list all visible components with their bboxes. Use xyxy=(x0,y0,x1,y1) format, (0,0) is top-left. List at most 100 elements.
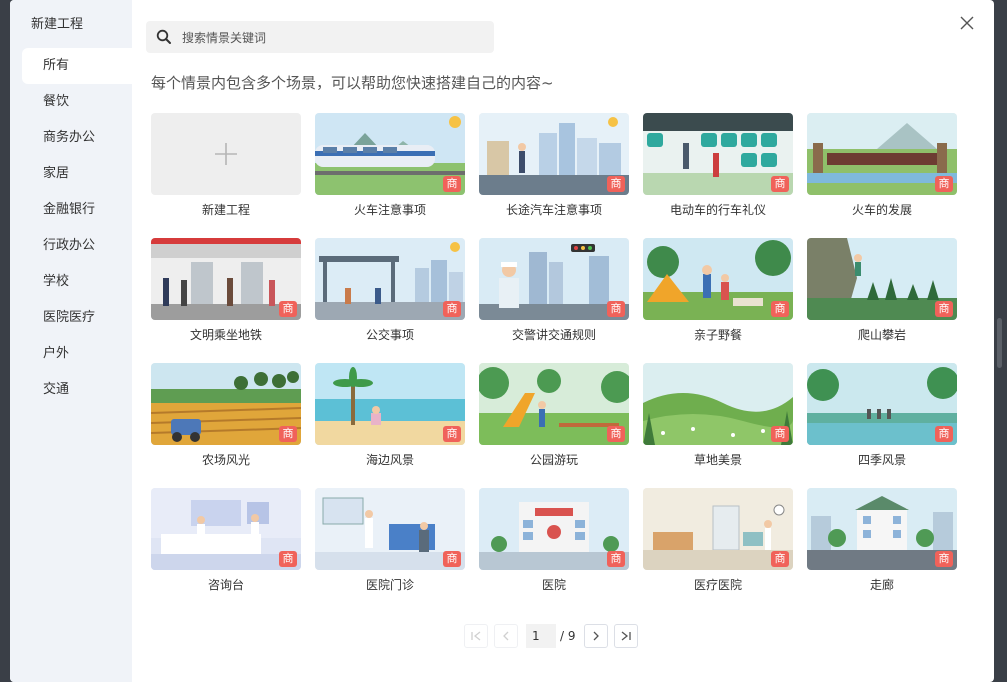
category-item-admin[interactable]: 行政办公 xyxy=(22,228,132,264)
card-label: 医疗医院 xyxy=(693,578,742,592)
template-thumbnail: 商 xyxy=(807,488,957,570)
template-card[interactable]: 商 医院门诊 xyxy=(315,488,465,613)
close-icon xyxy=(960,16,974,30)
template-card[interactable]: 商 走廊 xyxy=(807,488,957,613)
category-item-all[interactable]: 所有 xyxy=(22,48,132,84)
chevron-left-icon xyxy=(503,631,509,641)
commercial-badge: 商 xyxy=(771,551,789,567)
template-card[interactable]: 商 农场风光 xyxy=(151,363,301,488)
template-card[interactable]: 商 医疗医院 xyxy=(643,488,793,613)
card-label: 草地美景 xyxy=(693,453,742,467)
new-project-thumbnail xyxy=(151,113,301,195)
template-card[interactable]: 商 公园游玩 xyxy=(479,363,629,488)
template-card[interactable]: 商 海边风景 xyxy=(315,363,465,488)
template-thumbnail: 商 xyxy=(315,363,465,445)
template-thumbnail: 商 xyxy=(479,113,629,195)
plus-icon xyxy=(215,143,237,165)
template-card[interactable]: 商 文明乘坐地铁 xyxy=(151,238,301,363)
commercial-badge: 商 xyxy=(607,551,625,567)
card-label: 亲子野餐 xyxy=(693,328,742,342)
commercial-badge: 商 xyxy=(607,426,625,442)
template-thumbnail: 商 xyxy=(643,238,793,320)
prev-page-button[interactable] xyxy=(494,624,518,648)
page-subtitle: 每个情景内包含多个场景，可以帮助您快速搭建自己的内容~ xyxy=(151,74,554,92)
first-page-icon xyxy=(471,631,481,641)
template-card[interactable]: 商 公交事项 xyxy=(315,238,465,363)
commercial-badge: 商 xyxy=(771,426,789,442)
close-button[interactable] xyxy=(956,12,978,34)
commercial-badge: 商 xyxy=(935,301,953,317)
template-card[interactable]: 商 电动车的行车礼仪 xyxy=(643,113,793,238)
category-item-business[interactable]: 商务办公 xyxy=(22,120,132,156)
sidebar-title: 新建工程 xyxy=(31,17,84,32)
new-project-card[interactable]: 新建工程 xyxy=(151,113,301,238)
template-thumbnail: 商 xyxy=(807,113,957,195)
card-label: 咨询台 xyxy=(207,578,244,592)
template-card[interactable]: 商 四季风景 xyxy=(807,363,957,488)
template-thumbnail: 商 xyxy=(643,113,793,195)
search-input[interactable] xyxy=(180,21,484,55)
template-thumbnail: 商 xyxy=(807,363,957,445)
chevron-right-icon xyxy=(593,631,599,641)
template-card[interactable]: 商 长途汽车注意事项 xyxy=(479,113,629,238)
card-label: 新建工程 xyxy=(201,203,250,217)
search-box xyxy=(146,21,494,55)
category-item-outdoor[interactable]: 户外 xyxy=(22,336,132,372)
card-label: 公园游玩 xyxy=(529,453,578,467)
card-label: 四季风景 xyxy=(857,453,906,467)
category-list: 所有 餐饮 商务办公 家居 金融银行 行政办公 学校 医院医疗 户外 交通 xyxy=(22,48,132,408)
card-label: 爬山攀岩 xyxy=(857,328,906,342)
commercial-badge: 商 xyxy=(771,176,789,192)
commercial-badge: 商 xyxy=(443,301,461,317)
category-item-transport[interactable]: 交通 xyxy=(22,372,132,408)
category-item-finance[interactable]: 金融银行 xyxy=(22,192,132,228)
page-number-input[interactable] xyxy=(526,624,556,648)
template-thumbnail: 商 xyxy=(315,238,465,320)
commercial-badge: 商 xyxy=(935,551,953,567)
card-label: 公交事项 xyxy=(365,328,414,342)
template-card[interactable]: 商 医院 xyxy=(479,488,629,613)
card-label: 长途汽车注意事项 xyxy=(505,203,602,217)
template-thumbnail: 商 xyxy=(643,488,793,570)
template-thumbnail: 商 xyxy=(479,363,629,445)
commercial-badge: 商 xyxy=(607,176,625,192)
category-item-home[interactable]: 家居 xyxy=(22,156,132,192)
template-card[interactable]: 商 草地美景 xyxy=(643,363,793,488)
first-page-button[interactable] xyxy=(464,624,488,648)
template-thumbnail: 商 xyxy=(479,488,629,570)
template-card[interactable]: 商 交警讲交通规则 xyxy=(479,238,629,363)
commercial-badge: 商 xyxy=(443,426,461,442)
template-thumbnail: 商 xyxy=(151,488,301,570)
commercial-badge: 商 xyxy=(279,426,297,442)
card-label: 交警讲交通规则 xyxy=(511,328,596,342)
template-card[interactable]: 商 火车的发展 xyxy=(807,113,957,238)
template-card[interactable]: 商 咨询台 xyxy=(151,488,301,613)
category-item-school[interactable]: 学校 xyxy=(22,264,132,300)
next-page-button[interactable] xyxy=(583,624,608,648)
template-thumbnail: 商 xyxy=(315,488,465,570)
template-thumbnail: 商 xyxy=(643,363,793,445)
template-grid: 新建工程 商 火车注意事项 商 长途汽车注意事项 商 电动车的行车礼仪 商 火车… xyxy=(151,113,971,613)
commercial-badge: 商 xyxy=(443,176,461,192)
page-total: / 9 xyxy=(560,629,576,643)
card-label: 火车的发展 xyxy=(851,203,912,217)
template-card[interactable]: 商 火车注意事项 xyxy=(315,113,465,238)
template-thumbnail: 商 xyxy=(807,238,957,320)
commercial-badge: 商 xyxy=(771,301,789,317)
last-page-button[interactable] xyxy=(613,624,638,648)
last-page-icon xyxy=(621,631,631,641)
template-thumbnail: 商 xyxy=(151,238,301,320)
category-item-medical[interactable]: 医院医疗 xyxy=(22,300,132,336)
commercial-badge: 商 xyxy=(279,551,297,567)
template-card[interactable]: 商 亲子野餐 xyxy=(643,238,793,363)
card-label: 文明乘坐地铁 xyxy=(189,328,262,342)
template-thumbnail: 商 xyxy=(479,238,629,320)
page-scrollbar[interactable] xyxy=(997,318,1002,368)
card-label: 农场风光 xyxy=(201,453,250,467)
template-card[interactable]: 商 爬山攀岩 xyxy=(807,238,957,363)
template-thumbnail: 商 xyxy=(151,363,301,445)
commercial-badge: 商 xyxy=(443,551,461,567)
category-item-dining[interactable]: 餐饮 xyxy=(22,84,132,120)
category-sidebar: 新建工程 所有 餐饮 商务办公 家居 金融银行 行政办公 学校 医院医疗 户外 … xyxy=(10,0,132,682)
card-label: 医院 xyxy=(541,578,566,592)
